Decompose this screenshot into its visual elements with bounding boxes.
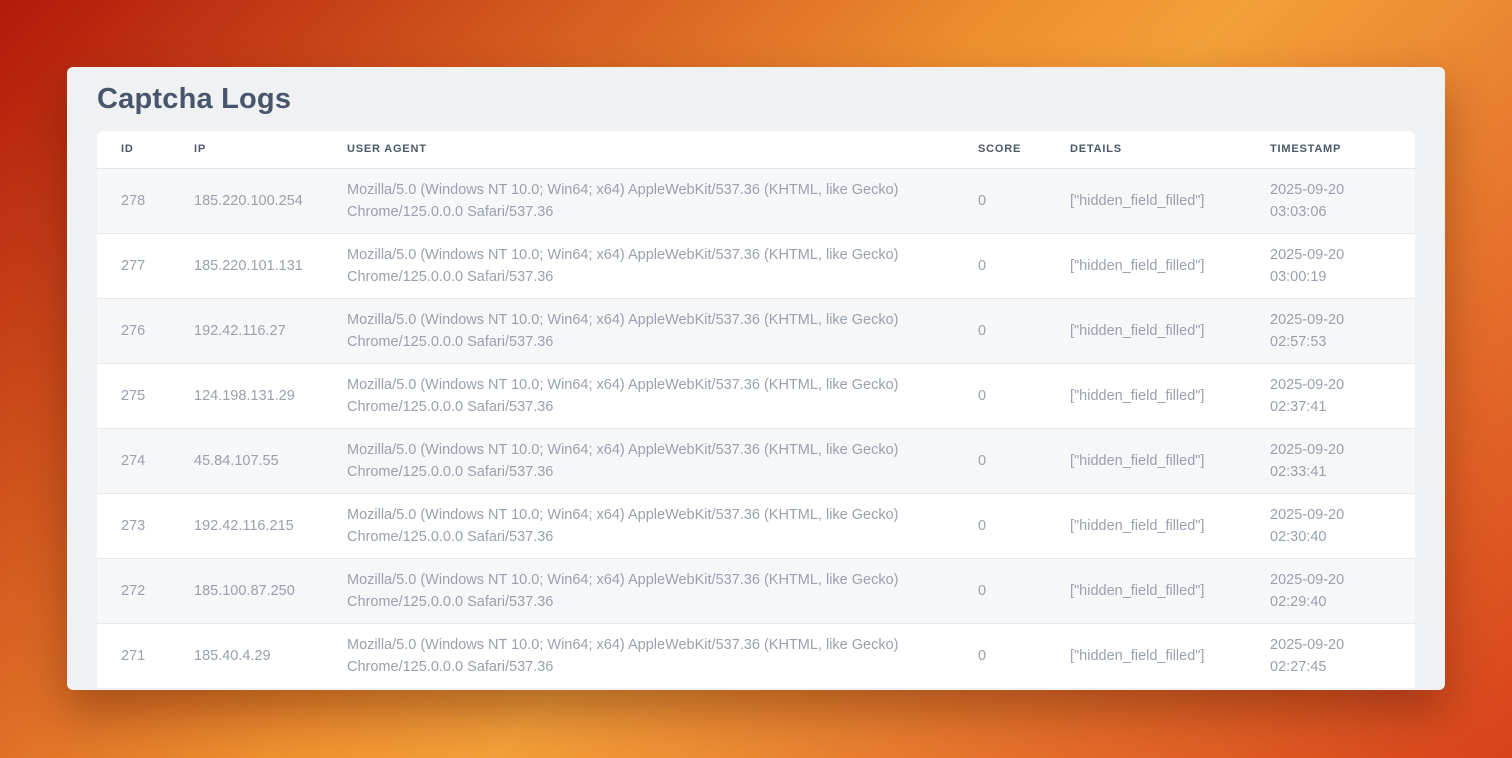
cell-ip: 124.198.131.29 [170,363,323,428]
cell-id: 273 [97,493,170,558]
cell-timestamp: 2025-09-20 02:33:41 [1246,428,1415,493]
cell-id: 278 [97,168,170,233]
cell-ip: 185.220.100.254 [170,168,323,233]
cell-user_agent: Mozilla/5.0 (Windows NT 10.0; Win64; x64… [323,168,954,233]
table-header-row: IDIPUSER AGENTSCOREDETAILSTIMESTAMP [97,131,1415,168]
table-row: 27445.84.107.55Mozilla/5.0 (Windows NT 1… [97,428,1415,493]
cell-user_agent: Mozilla/5.0 (Windows NT 10.0; Win64; x64… [323,428,954,493]
cell-ip: 45.84.107.55 [170,428,323,493]
logs-table: IDIPUSER AGENTSCOREDETAILSTIMESTAMP 2781… [97,131,1415,688]
cell-timestamp: 2025-09-20 03:00:19 [1246,233,1415,298]
table-row: 271185.40.4.29Mozilla/5.0 (Windows NT 10… [97,623,1415,688]
cell-ip: 185.220.101.131 [170,233,323,298]
cell-details: ["hidden_field_filled"] [1046,623,1246,688]
cell-score: 0 [954,493,1046,558]
cell-score: 0 [954,298,1046,363]
cell-ip: 185.40.4.29 [170,623,323,688]
cell-user_agent: Mozilla/5.0 (Windows NT 10.0; Win64; x64… [323,558,954,623]
cell-id: 275 [97,363,170,428]
cell-user_agent: Mozilla/5.0 (Windows NT 10.0; Win64; x64… [323,233,954,298]
cell-user_agent: Mozilla/5.0 (Windows NT 10.0; Win64; x64… [323,363,954,428]
cell-details: ["hidden_field_filled"] [1046,233,1246,298]
logs-table-container: IDIPUSER AGENTSCOREDETAILSTIMESTAMP 2781… [97,131,1415,688]
cell-ip: 192.42.116.27 [170,298,323,363]
column-header-details: DETAILS [1046,131,1246,168]
cell-details: ["hidden_field_filled"] [1046,428,1246,493]
column-header-user_agent: USER AGENT [323,131,954,168]
cell-details: ["hidden_field_filled"] [1046,363,1246,428]
cell-timestamp: 2025-09-20 02:37:41 [1246,363,1415,428]
cell-timestamp: 2025-09-20 02:29:40 [1246,558,1415,623]
cell-details: ["hidden_field_filled"] [1046,493,1246,558]
logs-table-body: 278185.220.100.254Mozilla/5.0 (Windows N… [97,168,1415,688]
table-row: 276192.42.116.27Mozilla/5.0 (Windows NT … [97,298,1415,363]
cell-user_agent: Mozilla/5.0 (Windows NT 10.0; Win64; x64… [323,298,954,363]
table-row: 275124.198.131.29Mozilla/5.0 (Windows NT… [97,363,1415,428]
cell-user_agent: Mozilla/5.0 (Windows NT 10.0; Win64; x64… [323,493,954,558]
table-row: 277185.220.101.131Mozilla/5.0 (Windows N… [97,233,1415,298]
cell-id: 272 [97,558,170,623]
column-header-score: SCORE [954,131,1046,168]
cell-details: ["hidden_field_filled"] [1046,558,1246,623]
cell-id: 271 [97,623,170,688]
page-title: Captcha Logs [97,83,1415,115]
cell-ip: 185.100.87.250 [170,558,323,623]
cell-details: ["hidden_field_filled"] [1046,298,1246,363]
cell-timestamp: 2025-09-20 03:03:06 [1246,168,1415,233]
column-header-timestamp: TIMESTAMP [1246,131,1415,168]
table-row: 273192.42.116.215Mozilla/5.0 (Windows NT… [97,493,1415,558]
cell-score: 0 [954,558,1046,623]
captcha-logs-card: Captcha Logs IDIPUSER AGENTSCOREDETAILST… [67,67,1445,690]
cell-score: 0 [954,363,1046,428]
cell-timestamp: 2025-09-20 02:57:53 [1246,298,1415,363]
column-header-ip: IP [170,131,323,168]
cell-score: 0 [954,623,1046,688]
cell-score: 0 [954,233,1046,298]
cell-timestamp: 2025-09-20 02:27:45 [1246,623,1415,688]
cell-score: 0 [954,428,1046,493]
cell-id: 274 [97,428,170,493]
cell-score: 0 [954,168,1046,233]
column-header-id: ID [97,131,170,168]
cell-ip: 192.42.116.215 [170,493,323,558]
cell-user_agent: Mozilla/5.0 (Windows NT 10.0; Win64; x64… [323,623,954,688]
cell-details: ["hidden_field_filled"] [1046,168,1246,233]
table-row: 272185.100.87.250Mozilla/5.0 (Windows NT… [97,558,1415,623]
table-row: 278185.220.100.254Mozilla/5.0 (Windows N… [97,168,1415,233]
cell-id: 277 [97,233,170,298]
cell-timestamp: 2025-09-20 02:30:40 [1246,493,1415,558]
cell-id: 276 [97,298,170,363]
